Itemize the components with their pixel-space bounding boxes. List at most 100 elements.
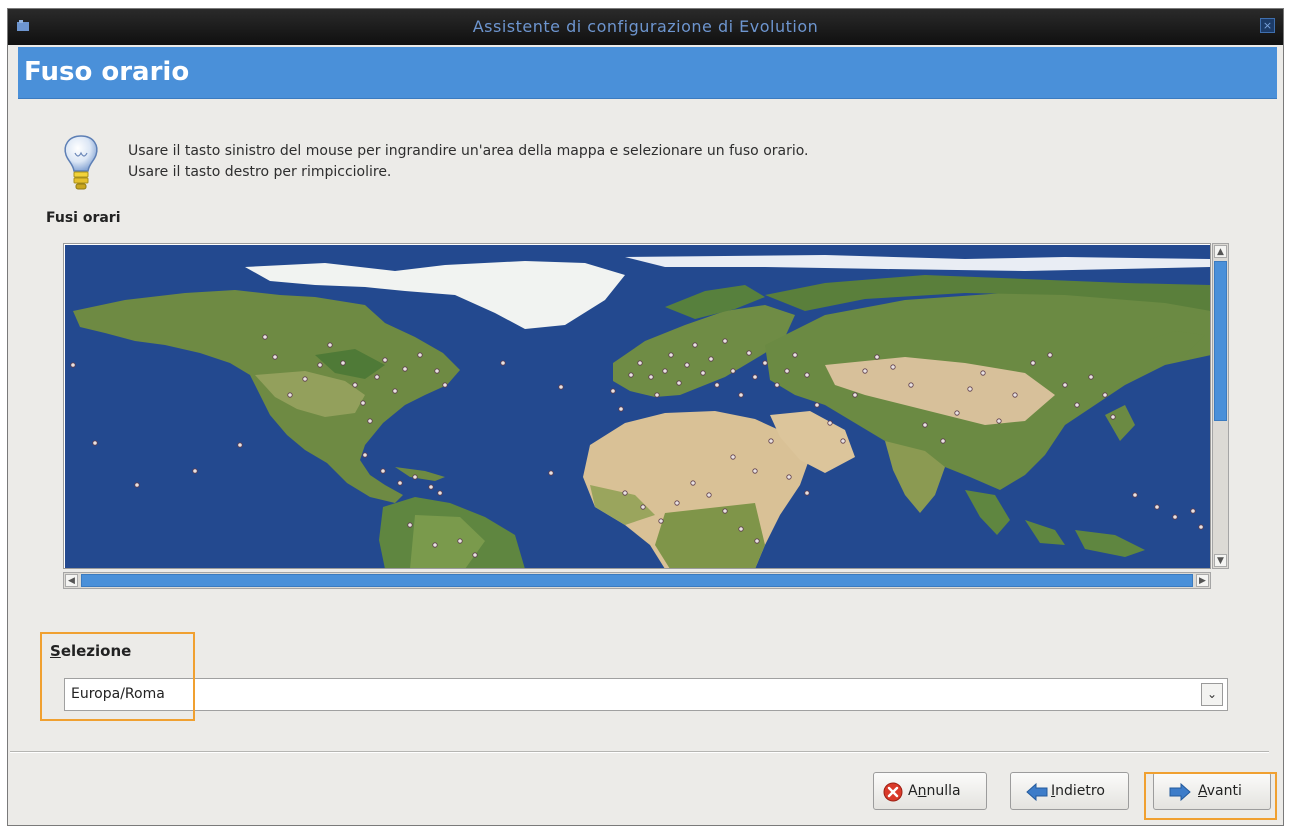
city-marker[interactable] [1030, 360, 1036, 366]
horizontal-scroll-thumb[interactable] [81, 574, 1193, 587]
city-marker[interactable] [668, 352, 674, 358]
city-marker[interactable] [662, 368, 668, 374]
city-marker[interactable] [637, 360, 643, 366]
city-marker[interactable] [967, 386, 973, 392]
city-marker[interactable] [674, 500, 680, 506]
city-marker[interactable] [500, 360, 506, 366]
city-marker[interactable] [1172, 514, 1178, 520]
city-marker[interactable] [752, 468, 758, 474]
city-marker[interactable] [407, 522, 413, 528]
city-marker[interactable] [786, 474, 792, 480]
city-marker[interactable] [690, 480, 696, 486]
city-marker[interactable] [1102, 392, 1108, 398]
city-marker[interactable] [996, 418, 1002, 424]
city-marker[interactable] [768, 438, 774, 444]
city-marker[interactable] [700, 370, 706, 376]
city-marker[interactable] [684, 362, 690, 368]
city-marker[interactable] [287, 392, 293, 398]
city-marker[interactable] [980, 370, 986, 376]
city-marker[interactable] [922, 422, 928, 428]
city-marker[interactable] [367, 418, 373, 424]
city-marker[interactable] [548, 470, 554, 476]
city-marker[interactable] [676, 380, 682, 386]
back-button[interactable]: Indietro [1010, 772, 1129, 810]
city-marker[interactable] [784, 368, 790, 374]
city-marker[interactable] [1012, 392, 1018, 398]
close-icon[interactable]: × [1260, 18, 1275, 33]
city-marker[interactable] [722, 338, 728, 344]
vertical-scroll-thumb[interactable] [1214, 261, 1227, 421]
scroll-left-icon[interactable]: ◀ [65, 574, 78, 587]
city-marker[interactable] [754, 538, 760, 544]
city-marker[interactable] [1074, 402, 1080, 408]
city-marker[interactable] [618, 406, 624, 412]
city-marker[interactable] [692, 342, 698, 348]
city-marker[interactable] [1154, 504, 1160, 510]
city-marker[interactable] [792, 352, 798, 358]
city-marker[interactable] [392, 388, 398, 394]
city-marker[interactable] [1190, 508, 1196, 514]
city-marker[interactable] [752, 374, 758, 380]
city-marker[interactable] [874, 354, 880, 360]
city-marker[interactable] [738, 526, 744, 532]
city-marker[interactable] [714, 382, 720, 388]
city-marker[interactable] [827, 420, 833, 426]
scroll-up-icon[interactable]: ▲ [1214, 245, 1227, 258]
city-marker[interactable] [1132, 492, 1138, 498]
title-bar[interactable]: Assistente di configurazione di Evolutio… [8, 9, 1283, 45]
city-marker[interactable] [397, 480, 403, 486]
city-marker[interactable] [640, 504, 646, 510]
city-marker[interactable] [558, 384, 564, 390]
city-marker[interactable] [814, 402, 820, 408]
city-marker[interactable] [628, 372, 634, 378]
city-marker[interactable] [1110, 414, 1116, 420]
city-marker[interactable] [622, 490, 628, 496]
city-marker[interactable] [1088, 374, 1094, 380]
city-marker[interactable] [374, 374, 380, 380]
city-marker[interactable] [708, 356, 714, 362]
city-marker[interactable] [352, 382, 358, 388]
city-marker[interactable] [432, 542, 438, 548]
city-marker[interactable] [648, 374, 654, 380]
city-marker[interactable] [722, 508, 728, 514]
city-marker[interactable] [746, 350, 752, 356]
city-marker[interactable] [852, 392, 858, 398]
next-button[interactable]: Avanti [1153, 772, 1271, 810]
city-marker[interactable] [302, 376, 308, 382]
city-marker[interactable] [70, 362, 76, 368]
city-marker[interactable] [340, 360, 346, 366]
city-marker[interactable] [804, 372, 810, 378]
city-marker[interactable] [738, 392, 744, 398]
city-marker[interactable] [417, 352, 423, 358]
city-marker[interactable] [840, 438, 846, 444]
city-marker[interactable] [862, 368, 868, 374]
city-marker[interactable] [192, 468, 198, 474]
city-marker[interactable] [382, 357, 388, 363]
city-marker[interactable] [610, 388, 616, 394]
city-marker[interactable] [658, 518, 664, 524]
city-marker[interactable] [272, 354, 278, 360]
city-marker[interactable] [380, 468, 386, 474]
city-marker[interactable] [442, 382, 448, 388]
map-horizontal-scrollbar[interactable]: ◀ ▶ [63, 572, 1211, 589]
city-marker[interactable] [890, 364, 896, 370]
city-marker[interactable] [706, 492, 712, 498]
timezone-map[interactable] [63, 243, 1211, 569]
city-marker[interactable] [428, 484, 434, 490]
city-marker[interactable] [317, 362, 323, 368]
city-marker[interactable] [412, 474, 418, 480]
timezone-combo[interactable]: Europa/Roma ⌄ [64, 678, 1228, 711]
city-marker[interactable] [457, 538, 463, 544]
city-marker[interactable] [730, 368, 736, 374]
timezone-combo-value[interactable]: Europa/Roma [71, 686, 165, 702]
scroll-down-icon[interactable]: ▼ [1214, 554, 1227, 567]
city-marker[interactable] [134, 482, 140, 488]
city-marker[interactable] [262, 334, 268, 340]
city-marker[interactable] [362, 452, 368, 458]
city-marker[interactable] [908, 382, 914, 388]
chevron-down-icon[interactable]: ⌄ [1201, 683, 1223, 706]
city-marker[interactable] [940, 438, 946, 444]
city-marker[interactable] [437, 490, 443, 496]
cancel-button[interactable]: Annulla [873, 772, 987, 810]
city-marker[interactable] [1062, 382, 1068, 388]
